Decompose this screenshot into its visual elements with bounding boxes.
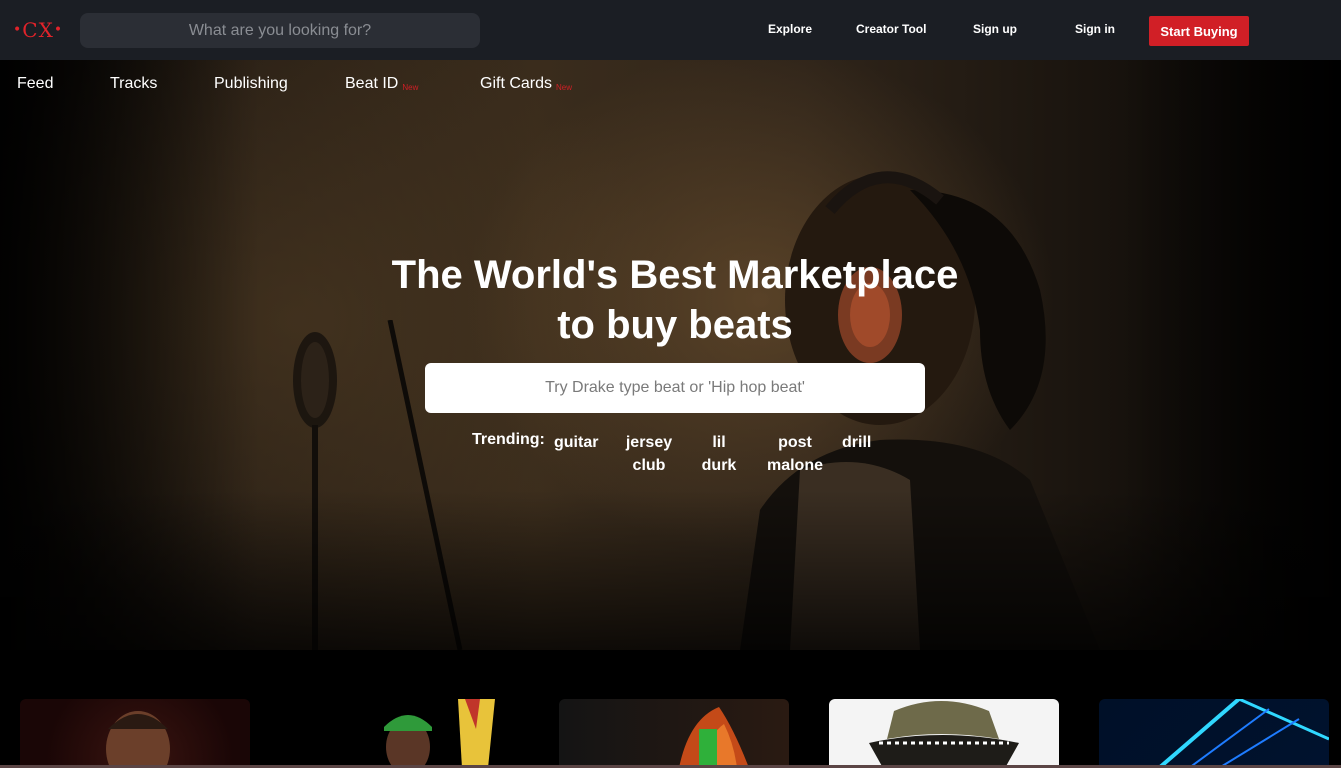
hero-title-line-1: The World's Best Marketplace: [391, 253, 959, 297]
fire-bottle-image: [679, 707, 749, 768]
top-navigation-bar: •CX• What are you looking for? Explore C…: [0, 0, 1341, 60]
hero-search-placeholder: Try Drake type beat or 'Hip hop beat': [545, 379, 805, 396]
subnav-feed[interactable]: Feed: [17, 75, 53, 93]
top-search-placeholder: What are you looking for?: [188, 21, 372, 39]
subnav-gift-cards[interactable]: Gift Cards New: [480, 75, 572, 93]
logo-dot-right-icon: •: [53, 22, 64, 38]
logo-text: CX: [22, 18, 54, 42]
subnav-gift-cards-label: Gift Cards: [480, 75, 553, 92]
nav-creator-tool-link[interactable]: Creator Tool: [856, 22, 926, 36]
trending-tag-line: lil: [712, 434, 726, 451]
top-search-input[interactable]: What are you looking for?: [80, 13, 480, 48]
subnav-tracks-label: Tracks: [110, 75, 158, 92]
subnav-tracks[interactable]: Tracks: [110, 75, 157, 93]
trending-tag-line: drill: [842, 434, 872, 451]
artist-card[interactable]: [559, 699, 789, 768]
trending-tag-line: post: [778, 434, 812, 451]
artist-card[interactable]: [829, 699, 1059, 768]
hero-search-input[interactable]: Try Drake type beat or 'Hip hop beat': [425, 363, 925, 413]
artist-card[interactable]: [20, 699, 250, 768]
trending-tag-line: jersey: [625, 434, 673, 451]
artist-flag-image: [384, 699, 495, 768]
nav-explore-link[interactable]: Explore: [768, 22, 812, 36]
trending-tag-guitar[interactable]: guitar: [554, 431, 598, 454]
artist-drake-image: [106, 711, 170, 768]
trending-tag-drill[interactable]: drill: [842, 431, 871, 454]
new-badge: New: [556, 83, 573, 92]
hero-title: The World's Best Marketplace to buy beat…: [330, 250, 1020, 350]
start-buying-button[interactable]: Start Buying: [1149, 16, 1249, 46]
subnav-publishing[interactable]: Publishing: [214, 75, 288, 93]
trending-tag-lil-durk[interactable]: lil durk: [697, 431, 741, 477]
trending-tag-post-malone[interactable]: post malone: [762, 431, 828, 477]
artist-card[interactable]: [1099, 699, 1329, 768]
trending-tag-jersey-club[interactable]: jersey club: [621, 431, 677, 477]
subnav-beat-id-label: Beat ID: [345, 75, 399, 92]
logo-dot-left-icon: •: [13, 22, 23, 38]
nav-sign-up-link[interactable]: Sign up: [973, 22, 1017, 36]
hero-banner: [0, 60, 1341, 650]
subnav-publishing-label: Publishing: [214, 75, 288, 92]
bucket-hat-artist-image: [869, 701, 1019, 768]
new-badge: New: [402, 83, 419, 92]
nav-sign-in-link[interactable]: Sign in: [1075, 22, 1115, 36]
trending-tag-line: guitar: [554, 434, 599, 451]
trending-tag-line: malone: [766, 457, 823, 474]
trending-tag-line: durk: [701, 457, 737, 474]
trending-label: Trending:: [472, 431, 545, 448]
artist-card[interactable]: [290, 699, 520, 768]
trending-tag-line: club: [632, 457, 666, 474]
subnav-beat-id[interactable]: Beat ID New: [345, 75, 418, 93]
neon-lights-image: [1157, 699, 1329, 768]
subnav-feed-label: Feed: [17, 75, 54, 92]
hero-title-line-2: to buy beats: [557, 303, 793, 347]
site-logo[interactable]: •CX•: [13, 18, 63, 42]
